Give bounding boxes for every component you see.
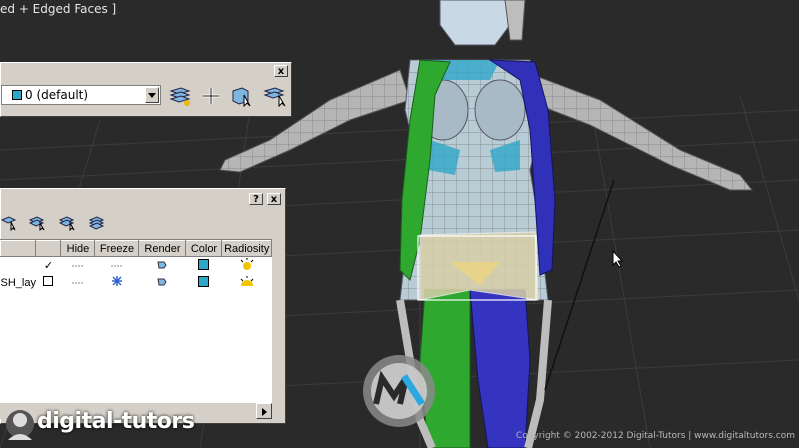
new-layer-icon[interactable] [199,85,223,107]
current-layer-check[interactable]: ✓ [36,257,61,275]
radiosity-sun-icon[interactable] [222,257,272,275]
layer-toolbar[interactable]: x 0 (default) [0,62,292,117]
column-header-color[interactable]: Color [185,240,223,257]
layer-name[interactable] [1,257,36,275]
freeze-snowflake-icon[interactable] [95,274,139,291]
layer-color-cell[interactable] [186,274,222,291]
radiosity-sun-icon[interactable] [222,274,272,291]
copyright-notice: Copyright © 2002-2012 Digital-Tutors | w… [515,431,795,441]
hide-toggle-icon[interactable] [61,257,95,275]
hide-toggle-icon[interactable] [61,274,95,291]
layer-manager-toolbar [0,215,201,235]
dropdown-arrow-icon[interactable] [145,87,159,103]
help-button[interactable]: ? [249,193,263,205]
brand-name: digital-tutors [37,409,195,434]
layer-tool-4-icon[interactable] [88,215,107,231]
scroll-right-icon[interactable] [256,403,272,419]
layer-manager-close-button[interactable]: x [267,193,281,205]
chest-right-mesh [474,79,526,141]
layer-table[interactable]: Hide Freeze Render Color Radiosity ✓ SH_… [0,239,272,404]
layer-toolbar-titlebar[interactable] [1,63,291,78]
render-teapot-icon[interactable] [139,257,186,275]
layers-icon[interactable] [168,85,192,107]
table-row[interactable]: ✓ [1,257,272,275]
layer-tool-1-icon[interactable] [0,215,19,232]
layer-name[interactable]: SH_lay [1,274,36,291]
column-header-render[interactable]: Render [138,240,187,257]
current-layer-name: 0 (default) [25,88,89,102]
render-teapot-icon[interactable] [139,274,186,291]
current-layer-checkbox[interactable] [36,274,61,291]
layer-tool-3-icon[interactable] [58,215,77,232]
head-mesh [439,0,511,46]
column-header-hide[interactable]: Hide [60,240,96,257]
tutor-avatar-icon [6,410,34,440]
viewport-label: ed + Edged Faces ] [0,2,117,16]
mouse-cursor-icon [612,249,624,272]
layer-manager-titlebar[interactable] [1,189,285,211]
add-selection-icon[interactable] [230,85,254,108]
layer-color-swatch [12,90,22,100]
column-header-radiosity[interactable]: Radiosity [221,240,272,257]
column-header-name[interactable] [0,240,37,257]
layer-toolbar-close-button[interactable]: x [274,65,288,77]
column-header-freeze[interactable]: Freeze [94,240,140,257]
right-leg-blue-mesh [469,289,531,448]
table-header: Hide Freeze Render Color Radiosity [0,240,272,257]
select-objects-icon[interactable] [263,85,287,108]
watermark-logo-icon [360,352,438,430]
column-header-blank[interactable] [35,240,62,257]
layer-color-cell[interactable] [186,257,222,275]
layer-tool-2-icon[interactable] [28,215,47,232]
freeze-toggle-icon[interactable] [95,257,139,275]
table-row[interactable]: SH_lay [1,274,272,291]
current-layer-dropdown[interactable]: 0 (default) [1,85,161,105]
